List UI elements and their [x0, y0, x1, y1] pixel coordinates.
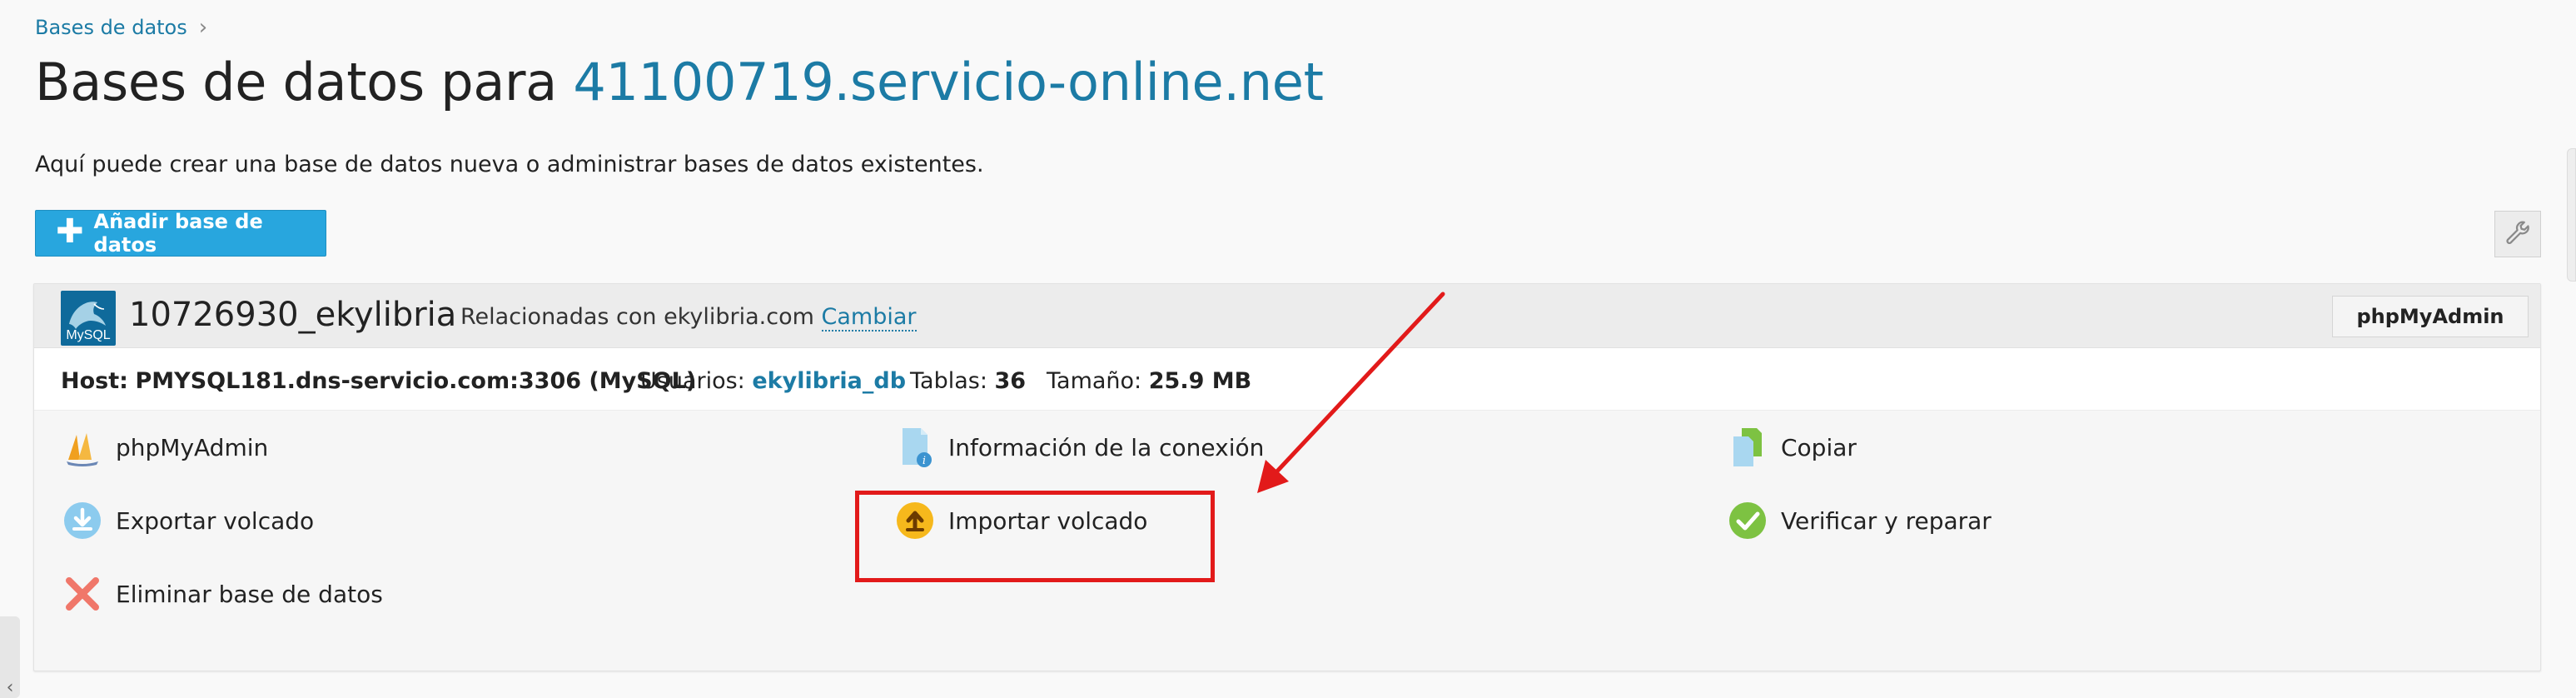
annotation-arrow-icon	[1257, 292, 1445, 493]
chevron-left-icon: ‹	[6, 677, 14, 698]
left-panel-toggle[interactable]: ‹	[0, 616, 20, 698]
right-panel-toggle[interactable]	[2567, 148, 2576, 282]
